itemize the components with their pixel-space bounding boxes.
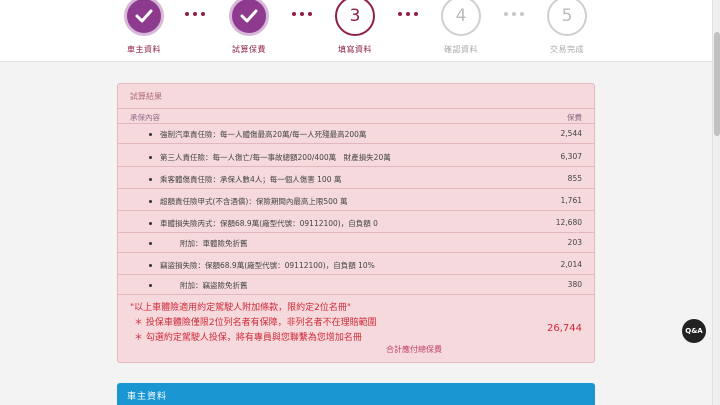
premium-amount: 6,307	[560, 152, 582, 161]
step-number: 3	[335, 0, 375, 36]
premium-amount: 2,544	[560, 129, 582, 138]
scrollbar-thumb[interactable]	[714, 32, 720, 136]
coverage-desc: 超額責任險甲式(不含酒償)：保險期間內最高上限500 萬	[160, 197, 348, 206]
table-row: 車體損失險丙式：保額68.9萬(廠型代號：09112100)，自負額 0 12,…	[118, 214, 594, 233]
step-number: 5	[547, 0, 587, 36]
qa-button[interactable]: Q&A	[682, 319, 706, 343]
coverage-desc: 乘客體傷責任險：承保人數4人；每一個人傷害 100 萬	[160, 175, 342, 184]
step-connector	[292, 12, 312, 16]
coverage-desc: 強制汽車責任險：每一人體傷最高20萬/每一人死殘最高200萬	[160, 130, 367, 139]
step-label: 試算保費	[232, 45, 266, 54]
premium-amount: 380	[567, 280, 582, 289]
check-icon	[229, 0, 269, 36]
bullet-icon	[149, 264, 152, 267]
driver-clause-note: "以上車體險適用約定駕駛人附加條款，限約定2位名冊"	[130, 303, 352, 313]
table-row: 附加：竊盜險免折舊 380	[118, 276, 594, 295]
step-connector	[185, 12, 205, 16]
table-row: 強制汽車責任險：每一人體傷最高20萬/每一人死殘最高200萬 2,544	[118, 125, 594, 144]
total-premium-label: 合計應付總保費	[386, 345, 442, 354]
coverage-desc: 竊盜損失險：保額68.9萬(廠型代號：09112100)，自負額 10%	[160, 261, 375, 270]
bullet-icon	[149, 242, 152, 245]
bullet-icon	[149, 133, 152, 136]
total-premium: 26,744	[547, 323, 582, 334]
premium-amount: 855	[567, 174, 582, 183]
step-label: 確認資料	[444, 45, 478, 54]
table-row: 附加：車體險免折舊 203	[118, 234, 594, 253]
header-premium: 保費	[567, 113, 582, 122]
table-row: 第三人責任險：每一人傷亡/每一事故總額200/400萬 財產損失20萬 6,30…	[118, 148, 594, 167]
table-row: 乘客體傷責任險：承保人數4人；每一個人傷害 100 萬 855	[118, 170, 594, 189]
premium-amount: 203	[567, 238, 582, 247]
table-row: 竊盜損失險：保額68.9萬(廠型代號：09112100)，自負額 10% 2,0…	[118, 256, 594, 275]
page-scrollbar[interactable]	[712, 0, 720, 405]
bullet-icon	[149, 178, 152, 181]
premium-amount: 2,014	[560, 260, 582, 269]
premium-results-panel: 試算結果 承保內容 保費 強制汽車責任險：每一人體傷最高20萬/每一人死殘最高2…	[117, 83, 595, 363]
header-coverage: 承保內容	[130, 113, 160, 122]
panel-title: 試算結果	[130, 92, 162, 101]
table-header: 承保內容 保費	[118, 108, 594, 124]
step-label: 交易完成	[550, 45, 584, 54]
driver-clause-note: ＊ 投保車體險僅限2位列名者有保障，非列名者不在理賠範圍	[134, 318, 377, 328]
coverage-desc: 附加：竊盜險免折舊	[180, 281, 248, 290]
premium-amount: 1,761	[560, 196, 582, 205]
table-row: 超額責任險甲式(不含酒償)：保險期間內最高上限500 萬 1,761	[118, 192, 594, 211]
bullet-icon	[149, 156, 152, 159]
step-label: 車主資料	[127, 45, 161, 54]
bullet-icon	[149, 222, 152, 225]
owner-info-section: 車主資料	[117, 383, 595, 405]
section-title: 車主資料	[127, 392, 168, 402]
check-icon	[124, 0, 164, 36]
coverage-desc: 附加：車體險免折舊	[180, 239, 248, 248]
progress-stepper: 車主資料 試算保費 3 填寫資料 4 確認資料 5 交易完成	[0, 0, 712, 62]
step-label: 填寫資料	[338, 45, 372, 54]
driver-clause-note: ＊ 勾選約定駕駛人投保，將有專員與您聯繫為您增加名冊	[134, 333, 362, 343]
bullet-icon	[149, 284, 152, 287]
step-connector	[398, 12, 418, 16]
coverage-desc: 車體損失險丙式：保額68.9萬(廠型代號：09112100)，自負額 0	[160, 219, 378, 228]
coverage-desc: 第三人責任險：每一人傷亡/每一事故總額200/400萬 財產損失20萬	[160, 153, 391, 162]
bullet-icon	[149, 200, 152, 203]
step-number: 4	[441, 0, 481, 36]
step-connector	[504, 12, 524, 16]
premium-amount: 12,680	[555, 218, 582, 227]
